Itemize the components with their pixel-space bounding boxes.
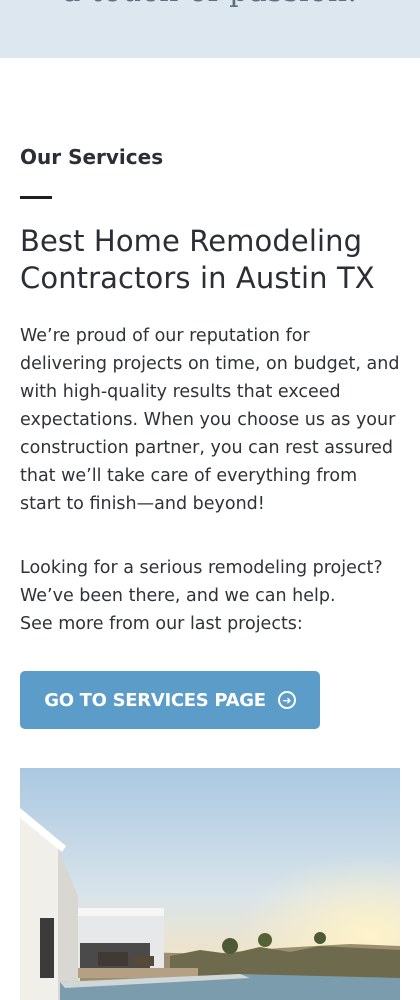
cta-line-3: See more from our last projects: bbox=[20, 614, 303, 634]
house-pool-image bbox=[20, 768, 400, 1000]
section-eyebrow: Our Services bbox=[20, 145, 164, 169]
arrow-right-circle-icon: ➜ bbox=[277, 691, 296, 709]
intro-paragraph: We’re proud of our reputation for delive… bbox=[20, 326, 400, 514]
cta-line-2: We’ve been there, and we can help. bbox=[20, 586, 336, 606]
go-to-services-button[interactable]: GO TO SERVICES PAGE ➜ bbox=[20, 671, 320, 729]
tagline: a touch of passion. bbox=[0, 0, 420, 9]
section-heading: Best Home Remodeling Contractors in Aust… bbox=[20, 224, 375, 295]
top-band: a touch of passion. bbox=[0, 0, 420, 58]
project-photo bbox=[20, 768, 400, 1000]
cta-line-1: Looking for a serious remodeling project… bbox=[20, 558, 383, 578]
cta-paragraph: Looking for a serious remodeling project… bbox=[20, 554, 400, 638]
eyebrow-divider bbox=[20, 196, 52, 199]
go-to-services-label: GO TO SERVICES PAGE bbox=[44, 689, 266, 711]
